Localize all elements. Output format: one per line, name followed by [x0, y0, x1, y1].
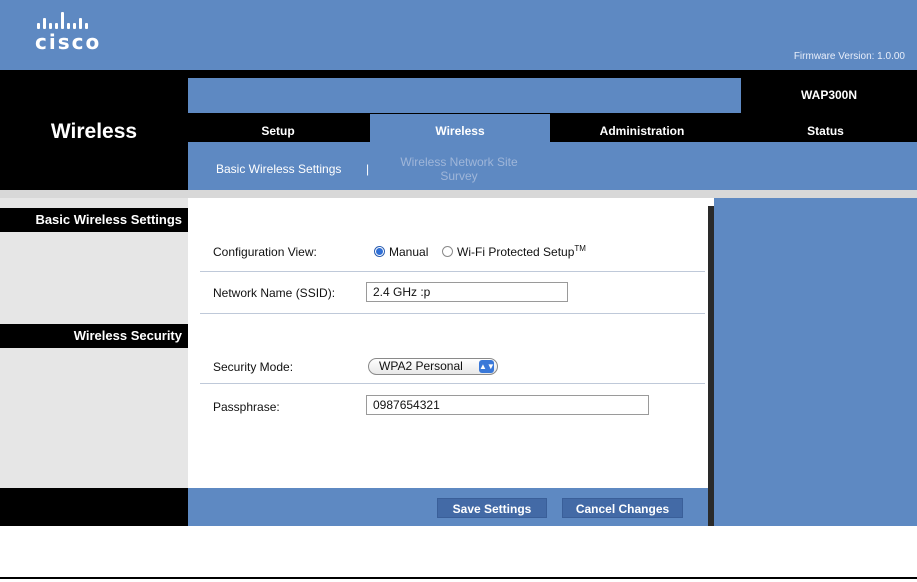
cisco-bars-icon: [37, 12, 101, 29]
cancel-changes-button[interactable]: Cancel Changes: [562, 498, 683, 518]
ssid-label: Network Name (SSID):: [213, 286, 336, 300]
save-settings-button[interactable]: Save Settings: [437, 498, 547, 518]
tab-administration[interactable]: Administration: [552, 118, 732, 142]
row-divider: [200, 383, 705, 384]
security-mode-label: Security Mode:: [213, 360, 294, 374]
cisco-wordmark: cisco: [35, 30, 102, 54]
passphrase-input[interactable]: [366, 395, 649, 415]
ssid-input[interactable]: [366, 282, 568, 302]
subnav-basic-wireless[interactable]: Basic Wireless Settings: [216, 162, 341, 176]
firmware-version: Firmware Version: 1.0.00: [793, 51, 905, 62]
model-name: WAP300N: [800, 88, 858, 102]
settings-form: Configuration View: Manual Wi-Fi Protect…: [188, 198, 708, 488]
wps-radio-label: Wi-Fi Protected SetupTM: [457, 244, 586, 259]
tab-wireless[interactable]: Wireless: [370, 114, 550, 142]
sidebar-heading-basic: Basic Wireless Settings: [0, 208, 188, 232]
tab-status[interactable]: Status: [734, 118, 917, 142]
row-divider: [200, 271, 705, 272]
select-arrows-icon: ▲▼: [479, 360, 495, 373]
security-mode-value: WPA2 Personal: [379, 359, 463, 373]
sidebar-heading-security: Wireless Security: [0, 324, 188, 348]
subnav-site-survey[interactable]: Wireless Network Site Survey: [384, 155, 534, 183]
button-bar: Save Settings Cancel Changes: [188, 488, 708, 526]
top-header: cisco Firmware Version: 1.0.00: [0, 0, 917, 70]
row-divider: [200, 313, 705, 314]
security-mode-select[interactable]: WPA2 Personal ▲▼: [368, 358, 498, 375]
wps-radio[interactable]: [442, 246, 453, 257]
sub-navigation: Basic Wireless Settings | Wireless Netwo…: [188, 142, 917, 190]
section-title: Wireless: [50, 120, 138, 143]
manual-radio-label: Manual: [389, 245, 429, 259]
sidebar: Basic Wireless Settings Wireless Securit…: [0, 198, 188, 526]
model-strip: [188, 78, 741, 113]
page-bottom-rule: [0, 577, 917, 579]
help-panel: [714, 198, 917, 526]
main-tabs: Setup Wireless Administration Status: [188, 114, 917, 142]
passphrase-label: Passphrase:: [213, 400, 280, 414]
config-view-label: Configuration View:: [213, 245, 317, 259]
subnav-separator: |: [366, 162, 370, 176]
manual-radio[interactable]: [374, 246, 385, 257]
sidebar-footer: [0, 488, 188, 526]
cisco-logo: cisco: [35, 12, 101, 54]
divider-strip: [0, 190, 917, 198]
tab-setup[interactable]: Setup: [188, 118, 368, 142]
